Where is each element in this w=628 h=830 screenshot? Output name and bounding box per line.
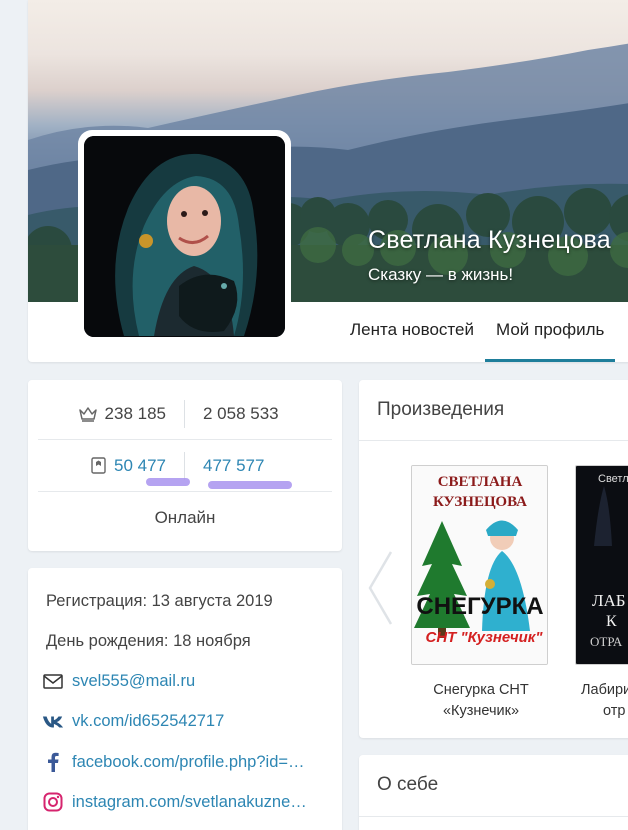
online-status: Онлайн <box>154 508 216 527</box>
tab-my-profile[interactable]: Мой профиль <box>484 302 616 362</box>
book-title-2-line-1: Лабиринт <box>581 682 628 698</box>
mail-icon <box>42 674 64 689</box>
about-card: О себе <box>359 755 628 830</box>
tab-news-feed[interactable]: Лента новостей <box>350 302 474 362</box>
fourth-value[interactable]: 477 577 <box>203 456 264 476</box>
facebook-link[interactable]: facebook.com/profile.php?id=… <box>72 753 305 772</box>
second-value: 2 058 533 <box>203 403 279 423</box>
profile-tabs: Лента новостей Мой профиль <box>350 302 628 362</box>
vk-icon <box>42 715 64 729</box>
profile-header: Светлана Кузнецова Сказку — в жизнь! Лен… <box>28 0 628 362</box>
book2-cover-line3: ОТРА <box>590 634 623 649</box>
divider <box>359 440 628 441</box>
book-cover-subtitle: СНТ "Кузнечик" <box>426 629 544 646</box>
stats-card: 238 185 2 058 533 50 477 477 577 Онлайн <box>28 380 342 551</box>
highlight-underline-2 <box>208 481 292 489</box>
book-cover-author-2: КУЗНЕЦОВА <box>433 494 527 510</box>
facebook-icon <box>42 752 64 772</box>
stat-books[interactable]: 50 477 <box>38 451 185 480</box>
divider <box>359 816 628 817</box>
book2-cover-author: Светла <box>598 473 628 485</box>
vk-row[interactable]: vk.com/id652542717 <box>42 712 224 731</box>
books-value[interactable]: 50 477 <box>114 456 166 476</box>
book-title-1[interactable]: Снегурка СНТ «Кузнечик» <box>411 680 551 722</box>
email-row[interactable]: svel555@mail.ru <box>42 672 195 691</box>
book-icon <box>91 457 106 474</box>
vk-link[interactable]: vk.com/id652542717 <box>72 712 224 731</box>
instagram-row[interactable]: instagram.com/svetlanakuzne… <box>42 792 307 812</box>
works-card: Произведения СВЕТЛАНА КУЗНЕЦОВА СНЕГУРКА… <box>359 380 628 738</box>
crown-value: 238 185 <box>104 403 166 423</box>
highlight-underline-1 <box>146 478 190 486</box>
book-cover-author-1: СВЕТЛАНА <box>438 474 523 490</box>
stat-second: 2 058 533 <box>185 400 332 428</box>
crown-icon <box>78 406 97 422</box>
book-cover-2[interactable]: Светла ЛАБ К ОТРА <box>575 465 628 665</box>
stats-row-1: 238 185 2 058 533 <box>38 388 332 440</box>
avatar[interactable] <box>78 130 291 343</box>
birthday: День рождения: 18 ноября <box>46 632 251 650</box>
works-title: Произведения <box>377 399 505 420</box>
profile-name: Светлана Кузнецова <box>368 226 611 254</box>
book-cover-title: СНЕГУРКА <box>416 593 543 620</box>
book-card-1[interactable]: СВЕТЛАНА КУЗНЕЦОВА СНЕГУРКА СНТ "Кузнечи… <box>411 465 551 722</box>
about-title: О себе <box>377 774 439 795</box>
book2-cover-title: ЛАБ <box>592 591 626 610</box>
instagram-icon <box>42 792 64 812</box>
carousel-prev-arrow[interactable] <box>367 550 393 631</box>
instagram-link[interactable]: instagram.com/svetlanakuzne… <box>72 793 307 812</box>
book-title-2-line-2: отр <box>603 703 626 719</box>
book-title-1-line-1: Снегурка СНТ <box>433 682 529 698</box>
facebook-row[interactable]: facebook.com/profile.php?id=… <box>42 752 305 772</box>
book-cover-1[interactable]: СВЕТЛАНА КУЗНЕЦОВА СНЕГУРКА СНТ "Кузнечи… <box>411 465 548 665</box>
info-card: Регистрация: 13 августа 2019 День рожден… <box>28 568 342 830</box>
stat-fourth[interactable]: 477 577 <box>185 452 332 480</box>
book-card-2[interactable]: Светла ЛАБ К ОТРА Лабиринт отр <box>575 465 628 722</box>
profile-status: Сказку — в жизнь! <box>368 265 514 284</box>
book-title-2[interactable]: Лабиринт отр <box>581 680 628 722</box>
book2-cover-line2: К <box>606 613 617 630</box>
stat-crown: 238 185 <box>38 399 185 428</box>
email-link[interactable]: svel555@mail.ru <box>72 672 195 691</box>
book-title-1-line-2: «Кузнечик» <box>442 703 520 719</box>
registration-date: Регистрация: 13 августа 2019 <box>46 592 273 610</box>
avatar-image <box>84 136 285 337</box>
